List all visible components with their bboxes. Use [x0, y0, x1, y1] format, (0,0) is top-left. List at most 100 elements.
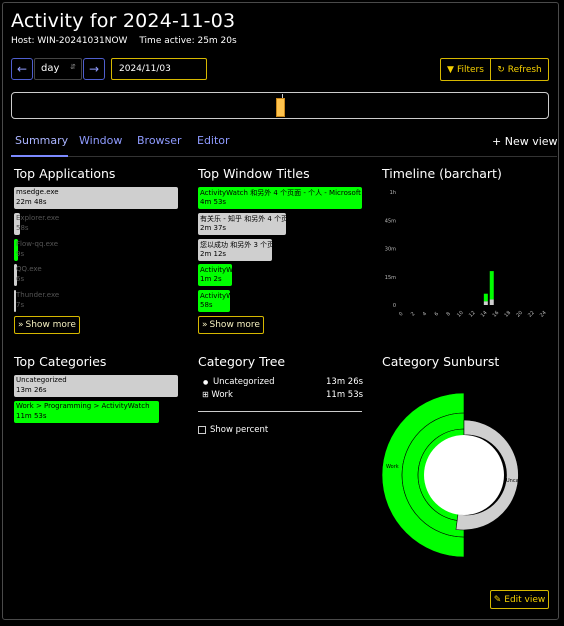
x-tick-label: 8 — [445, 311, 451, 317]
checkbox[interactable] — [198, 426, 206, 434]
app-duration: 6s — [16, 275, 25, 283]
window-title-duration: 58s — [200, 301, 213, 309]
host-info: Host: WIN-20241031NOW Time active: 25m 2… — [11, 36, 246, 46]
window-title-row[interactable]: ActivityWatch 和另外 4 个页面 - 个人 - Microsoft… — [198, 187, 362, 209]
refresh-label: Refresh — [507, 64, 542, 75]
show-percent-label: Show percent — [210, 425, 269, 435]
edit-view-button[interactable]: ✎ Edit view — [490, 590, 549, 609]
arrow-left-icon: ← — [16, 62, 28, 76]
x-tick-label: 16 — [492, 310, 501, 319]
edit-icon: ✎ — [493, 594, 502, 605]
category-row[interactable]: Uncategorized 13m 26s — [14, 375, 178, 397]
tree-item-duration: 11m 53s — [326, 390, 364, 400]
page-title: Activity for 2024-11-03 — [11, 10, 236, 32]
window-title-duration: 2m 12s — [200, 250, 227, 258]
x-tick-label: 4 — [422, 311, 428, 317]
bar-work[interactable] — [483, 293, 488, 302]
x-tick-label: 0 — [398, 311, 404, 317]
window-title-name: ActivityWatch 和另外 6 个页面 - 个人 - Microsoft — [200, 292, 361, 300]
x-tick-label: 14 — [480, 310, 489, 319]
sunburst-center — [424, 435, 504, 515]
window-title-duration: 2m 37s — [200, 224, 227, 232]
time-active: Time active: 25m 20s — [139, 36, 237, 46]
y-tick-label: 30m — [385, 247, 396, 253]
bars — [483, 271, 494, 305]
tree-item-duration: 13m 26s — [326, 377, 364, 387]
filters-label: Filters — [456, 64, 484, 75]
bar-work[interactable] — [489, 271, 494, 300]
show-more-label: Show more — [209, 320, 260, 330]
tab-editor[interactable]: Editor — [197, 134, 230, 147]
tab-window[interactable]: Window — [79, 134, 122, 147]
sunburst-label-work: Work — [386, 464, 399, 470]
app-row[interactable]: Flow-qq.exe 9s — [14, 239, 58, 261]
y-tick-label: 15m — [385, 275, 396, 281]
category-row[interactable]: Work > Programming > ActivityWatch 11m 5… — [14, 401, 159, 423]
window-title-row[interactable]: 您以成功 和另外 3 个页面 - 个人 - Microsoft Edge 2m … — [198, 239, 361, 261]
window-title-duration: 1m 2s — [200, 275, 222, 283]
app-name: msedge.exe — [16, 188, 59, 196]
period-value: day — [41, 63, 60, 74]
category-name: Work > Programming > ActivityWatch — [16, 402, 150, 410]
period-select[interactable]: day ⇵ — [34, 58, 82, 80]
tab-browser[interactable]: Browser — [137, 134, 182, 147]
window-title-row[interactable]: ActivityWatch 和另外 6 个页面 - 个人 - Microsoft… — [198, 290, 361, 312]
column-gutter — [362, 186, 378, 314]
timeline-barchart: 1h45m30m15m0 0 2 4 6 8 10 12 14 16 18 20 22 24 — [385, 190, 548, 319]
window-title-row[interactable]: 有关乐 - 知乎 和另外 4 个页面 - 个人 - Microsoft Ed 2… — [198, 213, 366, 235]
tree-item-uncategorized[interactable]: ● Uncategorized — [203, 377, 275, 387]
category-duration: 13m 26s — [16, 386, 47, 394]
show-more-apps-button[interactable]: » Show more — [14, 316, 80, 334]
arrow-right-icon: → — [88, 62, 100, 76]
tree-item-label: Uncategorized — [212, 377, 275, 387]
y-tick-label: 1h — [390, 190, 396, 196]
sunburst-label-uncategorized: Uncat — [506, 478, 521, 484]
prev-period-button[interactable]: ← — [11, 58, 33, 80]
refresh-button[interactable]: ↻ Refresh — [490, 58, 549, 81]
top-window-titles-title: Top Window Titles — [198, 166, 310, 181]
app-row[interactable]: Thunder.exe 7s — [14, 290, 59, 312]
app-duration: 7s — [16, 301, 25, 309]
x-tick-label: 6 — [434, 311, 440, 317]
tree-item-work[interactable]: ⊞ Work — [202, 390, 233, 400]
bar-uncategorized[interactable] — [483, 301, 488, 305]
chevrons-down-icon: » — [202, 320, 208, 330]
date-input[interactable]: 2024/11/03 — [111, 58, 207, 80]
show-more-label: Show more — [25, 320, 76, 330]
timeline-activity-bar[interactable] — [276, 98, 285, 117]
app-name: Flow-qq.exe — [16, 240, 59, 248]
x-tick-label: 2 — [410, 311, 416, 317]
chevrons-down-icon: » — [18, 320, 24, 330]
category-duration: 11m 53s — [16, 412, 47, 420]
app-row[interactable]: msedge.exe 22m 48s — [14, 187, 178, 209]
y-tick-label: 0 — [393, 303, 396, 309]
bullet-icon: ● — [203, 379, 209, 386]
category-tree-title: Category Tree — [198, 354, 286, 369]
app-row[interactable]: QQ.exe 6s — [14, 264, 42, 286]
y-tick-label: 45m — [385, 218, 396, 224]
new-view-button[interactable]: + New view — [492, 135, 558, 148]
show-percent-toggle[interactable]: Show percent — [198, 425, 268, 435]
app-duration: 58s — [16, 224, 29, 232]
x-tick-label: 20 — [515, 310, 524, 319]
expand-box-icon[interactable]: ⊞ — [202, 390, 209, 399]
show-more-titles-button[interactable]: » Show more — [198, 316, 264, 334]
x-tick-label: 12 — [468, 310, 477, 319]
app-row[interactable]: Explorer.exe 58s — [14, 213, 59, 235]
x-tick-label: 10 — [456, 310, 465, 319]
timeline-title: Timeline (barchart) — [382, 166, 502, 181]
timeline-strip[interactable] — [11, 92, 549, 119]
next-period-button[interactable]: → — [83, 58, 105, 80]
x-tick-label: 22 — [527, 310, 536, 319]
x-tick-label: 18 — [503, 310, 512, 319]
category-name: Uncategorized — [16, 376, 67, 384]
bar-uncategorized[interactable] — [489, 299, 494, 305]
app-duration: 9s — [16, 250, 25, 258]
top-categories-title: Top Categories — [14, 354, 107, 369]
window-title-name: ActivityWatch 和另外 5 个页面 - 个人 - Microsoft — [200, 266, 361, 274]
active-tab-underline — [11, 155, 68, 157]
window-title-row[interactable]: ActivityWatch 和另外 5 个页面 - 个人 - Microsoft… — [198, 264, 361, 286]
app-name: Thunder.exe — [16, 291, 60, 299]
filters-button[interactable]: ▼ Filters — [440, 58, 491, 81]
tab-summary[interactable]: Summary — [15, 134, 68, 147]
